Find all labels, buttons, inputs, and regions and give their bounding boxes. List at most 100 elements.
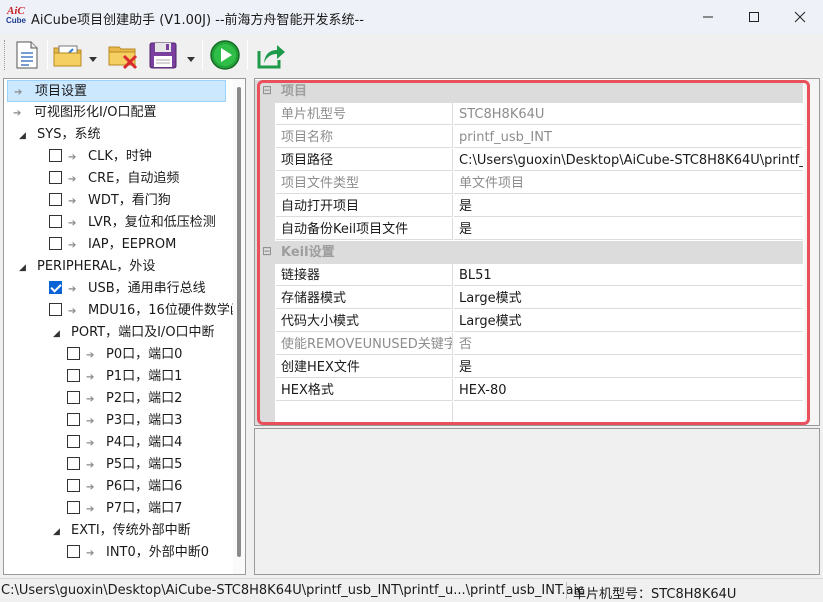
expand-triangle-icon[interactable]: ◢ [19,257,31,279]
property-row[interactable]: 使能REMOVEUNUSED关键字否 [255,333,803,356]
expand-triangle-icon[interactable]: ◢ [53,521,65,543]
property-name: 项目名称 [276,126,453,148]
save-dropdown[interactable] [187,52,195,62]
tree-item[interactable]: ➔ CLK，时钟 [27,146,152,168]
maximize-button[interactable] [731,0,777,34]
tree-item[interactable]: ➔ 可视图形化I/O口配置 [7,102,156,124]
minimize-button[interactable] [685,0,731,34]
open-project-dropdown[interactable] [89,52,97,62]
tree-item[interactable]: ➔ P7口，端口7 [45,498,182,520]
property-category[interactable]: ⊟ 项目 [255,80,803,103]
tree-item[interactable]: ➔ P2口，端口2 [45,388,182,410]
property-value[interactable]: HEX-80 [454,379,803,401]
close-project-button[interactable] [107,39,139,71]
property-row[interactable]: 创建HEX文件是 [255,356,803,379]
checkbox[interactable] [67,479,80,492]
property-row[interactable]: 项目路径 C:\Users\guoxin\Desktop\AiCube-STC8H… [255,149,803,172]
tree-item[interactable]: ➔ P5口，端口5 [45,454,182,476]
expand-triangle-icon[interactable]: ◢ [53,323,65,345]
open-project-button[interactable] [52,39,84,71]
property-row[interactable]: HEX格式 HEX-80 [255,379,803,402]
peripheral-tree[interactable]: ➔ 项目设置 ➔ 可视图形化I/O口配置 ◢ SYS，系统 ➔ CLK，时钟 ➔ CRE，自动追频… [3,78,246,575]
property-row[interactable]: 代码大小模式 Large模式 [255,310,803,333]
tree-arrow-icon: ➔ [68,240,77,251]
title-bar[interactable]: AiC Cube AiCube项目创建助手 (V1.00J) --前海方舟智能开… [0,0,823,34]
tree-item[interactable]: ➔ USB，通用串行总线 [27,278,206,300]
checkbox[interactable] [67,457,80,470]
property-value[interactable]: C:\Users\guoxin\Desktop\AiCube-STC8H8K64… [454,149,803,171]
property-description-panel [254,428,820,575]
tree-item[interactable]: ➔ P3口，端口3 [45,410,182,432]
save-icon [149,42,177,69]
panel-splitter[interactable] [248,78,253,575]
property-row[interactable]: 项目名称 printf_usb_INT [255,126,803,149]
tree-item[interactable]: ➔ P6口，端口6 [45,476,182,498]
tree-item[interactable]: ◢ SYS，系统 [11,124,100,146]
close-icon [794,11,806,23]
checkbox[interactable] [67,413,80,426]
tree-item[interactable]: ➔ P1口，端口1 [45,366,182,388]
tree-scrollbar-thumb[interactable] [237,87,241,557]
checkbox[interactable] [49,215,62,228]
property-row[interactable]: 项目文件类型 单文件项目 [255,172,803,195]
property-grid[interactable]: ⊟ 项目 单片机型号 STC8H8K64U 项目名称 printf_usb_INT 项目路径… [254,78,820,426]
close-button[interactable] [777,0,823,34]
tree-item[interactable]: ➔ P4口，端口4 [45,432,182,454]
property-value[interactable]: BL51 [454,264,803,286]
property-row-margin [255,402,275,425]
checkbox[interactable] [49,303,62,316]
property-value[interactable]: 是 [454,195,803,217]
checkbox[interactable] [49,193,62,206]
checkbox[interactable] [49,171,62,184]
collapse-icon[interactable]: ⊟ [262,84,272,96]
property-scrollbar[interactable] [804,79,819,425]
property-row[interactable]: 存储器模式 Large模式 [255,287,803,310]
tree-item[interactable]: ◢ PORT，端口及I/O口中断 [45,322,215,344]
tree-item-label: INT0，外部中断0 [106,545,210,560]
new-file-button[interactable] [11,39,43,71]
property-name: 自动打开项目 [276,195,453,217]
checkbox[interactable] [67,545,80,558]
tree-item[interactable]: ➔ INT0，外部中断0 [45,542,209,564]
property-category[interactable]: ⊟ Keil设置 [255,241,803,264]
checkbox[interactable] [67,435,80,448]
tree-arrow-icon: ➔ [86,372,95,383]
property-row-margin [255,356,275,379]
checkbox[interactable] [67,369,80,382]
tree-item[interactable]: ➔ LVR，复位和低压检测 [27,212,216,234]
property-row[interactable]: 自动打开项目是 [255,195,803,218]
property-value[interactable]: Large模式 [454,310,803,332]
checkbox[interactable] [49,149,62,162]
property-value[interactable]: 是 [454,356,803,378]
property-value[interactable]: Large模式 [454,287,803,309]
checkbox-checked[interactable] [49,281,62,294]
tree-item[interactable]: ➔ CRE，自动追频 [27,168,179,190]
tree-item[interactable]: ➔ 项目设置 [7,80,226,102]
tree-item[interactable]: ➔ WDT，看门狗 [27,190,171,212]
tree-item[interactable]: ➔ MDU16，16位硬件数学函数 [27,300,245,322]
property-row[interactable]: 自动备份Keil项目文件是 [255,218,803,241]
export-button[interactable] [255,39,287,71]
checkbox[interactable] [49,237,62,250]
collapse-icon[interactable]: ⊟ [262,245,272,257]
property-name: 创建HEX文件 [276,356,453,378]
tree-item[interactable]: ➔ IAP，EEPROM [27,234,176,256]
checkbox[interactable] [67,391,80,404]
property-row[interactable]: 单片机型号 STC8H8K64U [255,103,803,126]
tree-item[interactable]: ◢ EXTI，传统外部中断 [45,520,191,542]
tree-item[interactable]: ➔ P0口，端口0 [45,344,182,366]
tree-item[interactable]: ◢ PERIPHERAL，外设 [11,256,155,278]
property-value [454,402,803,424]
expand-triangle-icon[interactable]: ◢ [19,125,31,147]
run-button[interactable] [209,39,241,71]
checkbox[interactable] [67,501,80,514]
save-button[interactable] [147,39,179,71]
tree-item-label: IAP，EEPROM [88,237,177,252]
app-logo-icon: AiC Cube [6,5,26,25]
property-value[interactable]: 是 [454,218,803,240]
property-row[interactable]: 链接器 BL51 [255,264,803,287]
checkbox[interactable] [67,347,80,360]
toolbar-grip[interactable] [4,40,7,70]
tree-scrollbar[interactable] [233,79,245,574]
property-row-margin [255,310,275,333]
